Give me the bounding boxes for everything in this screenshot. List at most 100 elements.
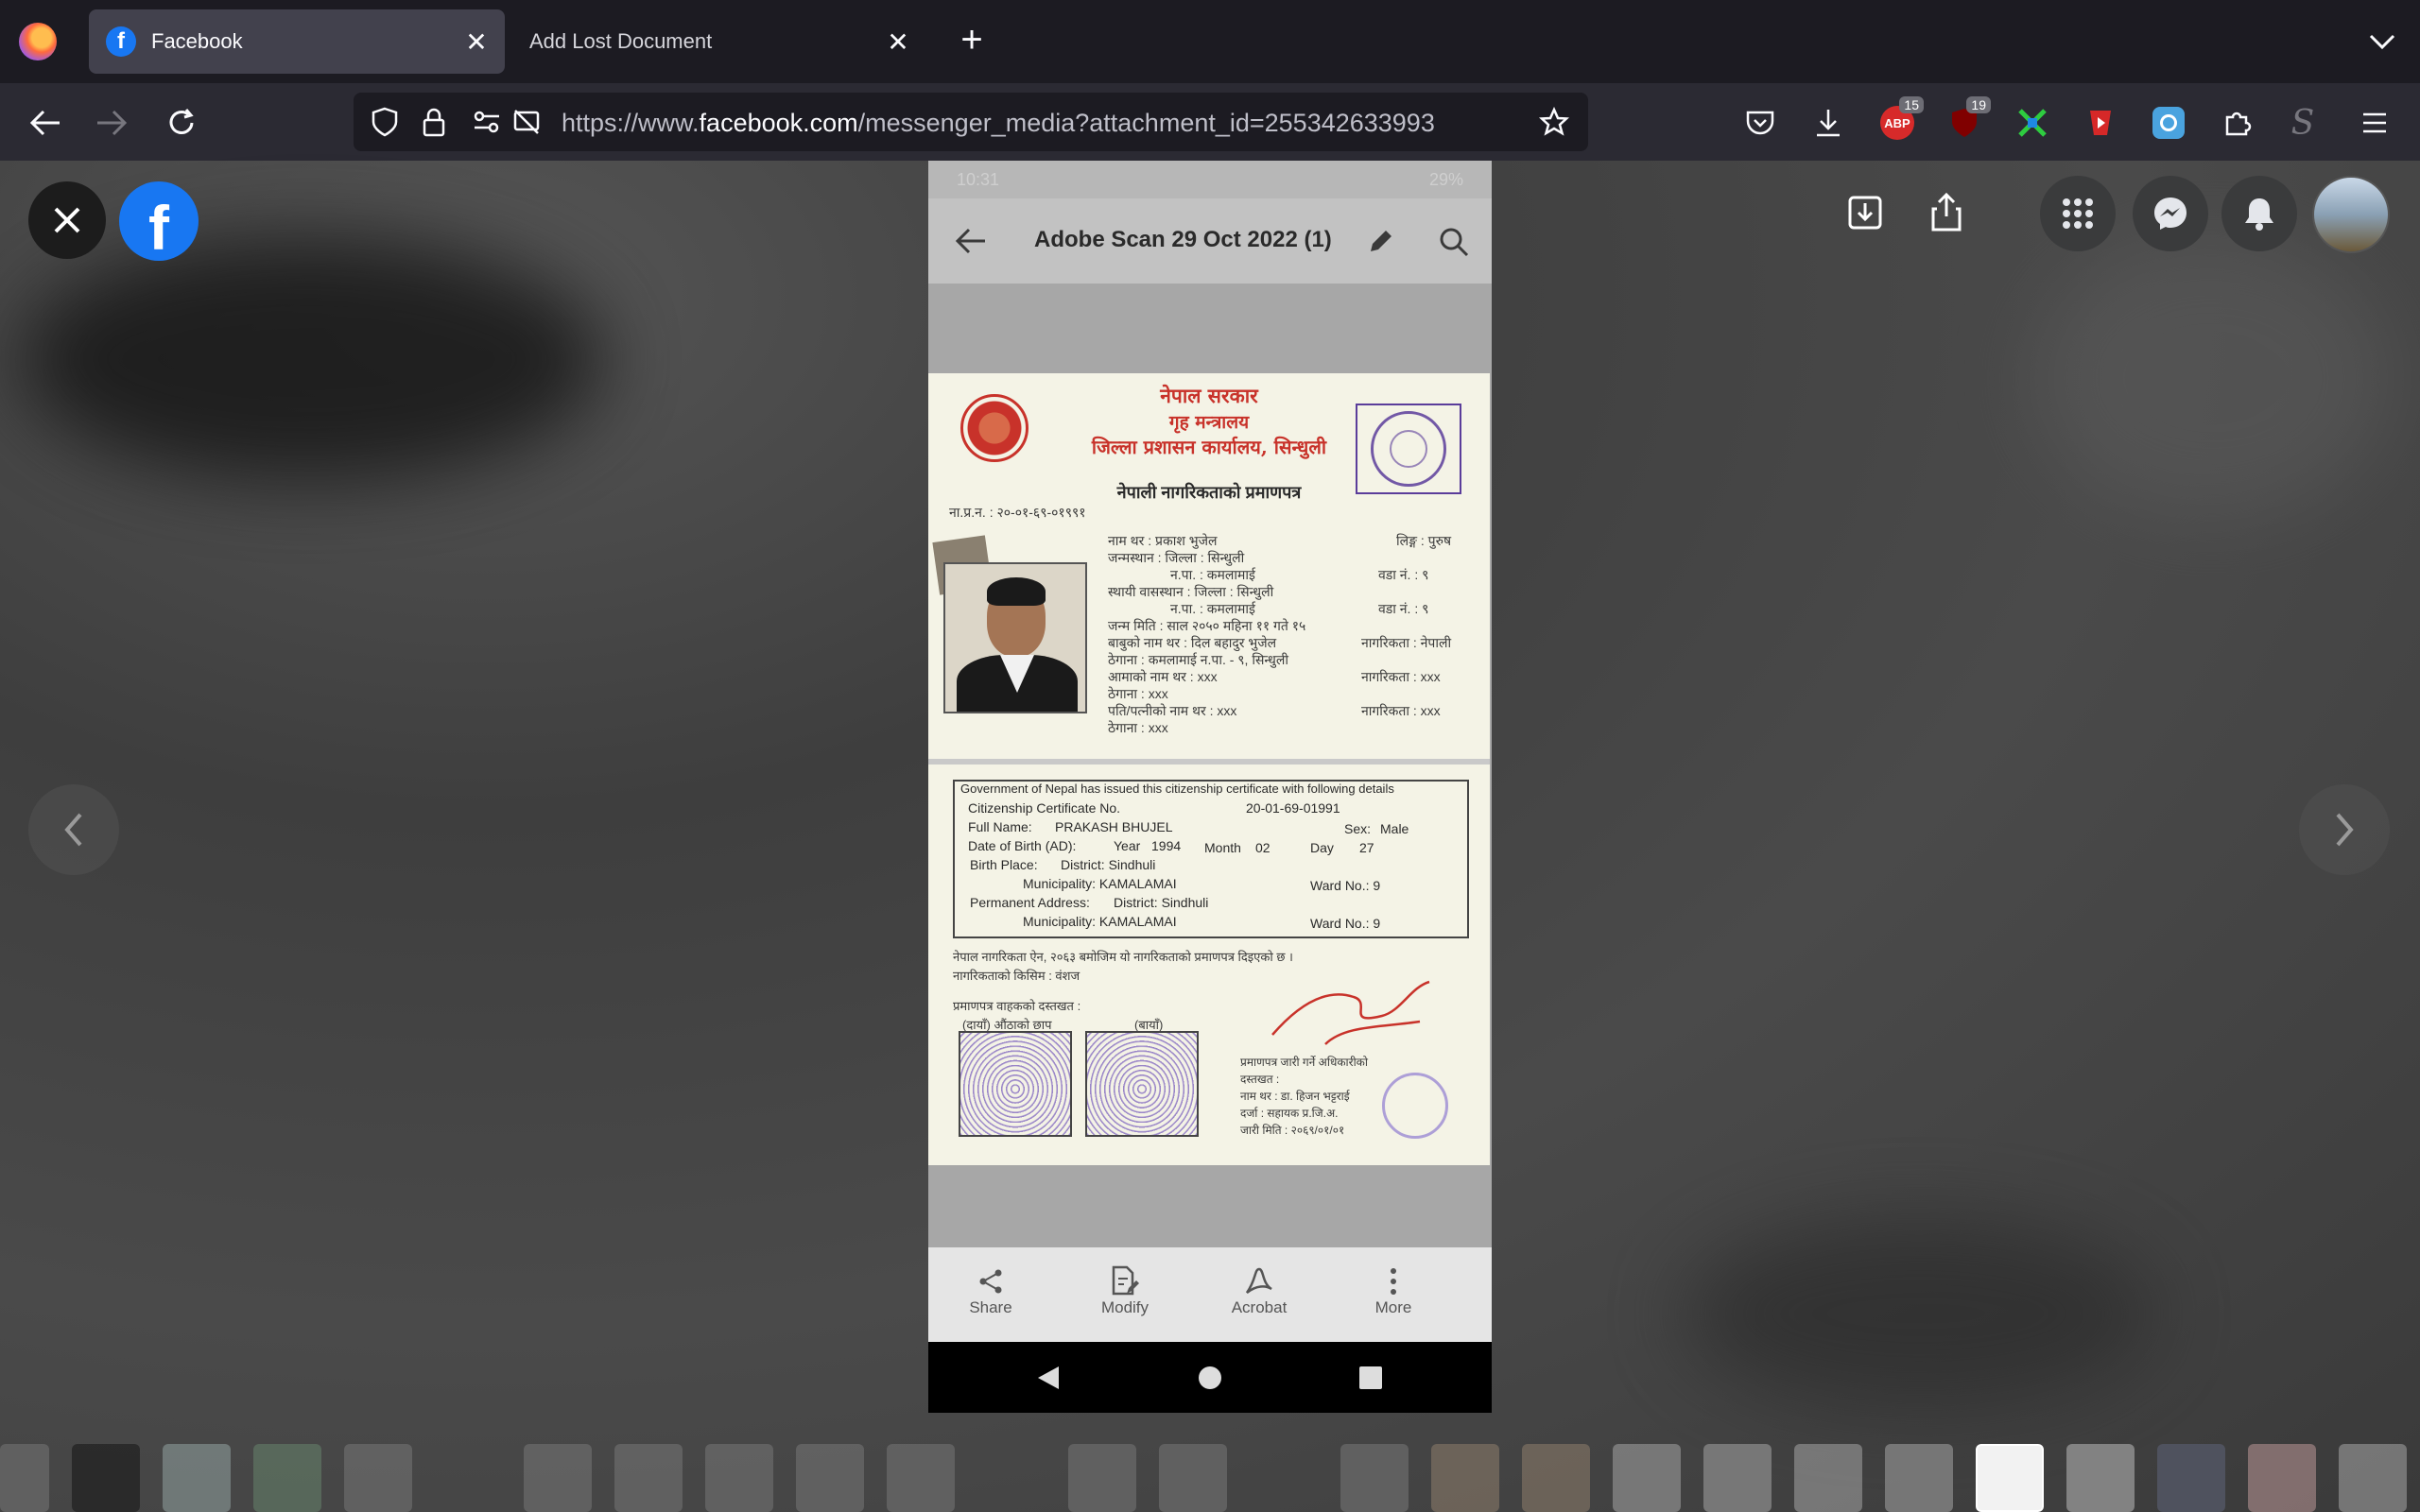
adobe-scan-header: Adobe Scan 29 Oct 2022 (1) [928, 198, 1492, 284]
blurred-background-shape [2032, 236, 2392, 520]
ward-label: Ward No.: [1310, 916, 1370, 931]
back-arrow-icon[interactable] [25, 102, 66, 144]
close-viewer-button[interactable] [28, 181, 106, 259]
tab-add-lost-document[interactable]: Add Lost Document ✕ [510, 9, 926, 74]
firefox-logo-icon[interactable] [19, 23, 57, 60]
address-bar[interactable]: https://www.facebook.com/messenger_media… [354, 93, 1588, 151]
ward-label: Ward No.: [1310, 878, 1370, 893]
previous-media-button[interactable] [28, 784, 119, 875]
thumbnail-strip [0, 1418, 2420, 1512]
thumbnail[interactable] [72, 1444, 140, 1512]
thumbnail[interactable] [253, 1444, 321, 1512]
android-recents-icon[interactable] [1359, 1366, 1382, 1389]
share-media-icon[interactable] [1923, 187, 1970, 238]
facebook-favicon-icon: f [106, 26, 136, 57]
thumbnail[interactable] [1431, 1444, 1499, 1512]
download-icon[interactable] [1807, 102, 1849, 144]
hamburger-menu-icon[interactable] [2354, 102, 2395, 144]
thumbnail[interactable] [705, 1444, 773, 1512]
status-time: 10:31 [957, 170, 1000, 189]
thumbnail[interactable] [2157, 1444, 2225, 1512]
blurred-background-shape [19, 236, 605, 482]
url-text[interactable]: https://www.facebook.com/messenger_media… [562, 109, 1554, 138]
modify-button[interactable]: Modify [1078, 1264, 1172, 1317]
close-tab-icon[interactable]: ✕ [879, 26, 917, 58]
more-icon [1346, 1264, 1441, 1298]
messenger-icon[interactable] [2133, 176, 2208, 251]
acrobat-button[interactable]: Acrobat [1212, 1264, 1306, 1317]
district-value: Sindhuli [1108, 857, 1156, 872]
thumbnail[interactable] [2248, 1444, 2316, 1512]
extensions-icon[interactable] [2216, 102, 2257, 144]
district-value: Sindhuli [1161, 895, 1209, 910]
detail-line: न.पा. : कमलामाई [1170, 567, 1255, 582]
thumbnail[interactable] [0, 1444, 49, 1512]
officer-line: जारी मिति : २०६९/०१/०१ [1240, 1124, 1345, 1137]
shield-icon[interactable] [371, 107, 399, 142]
thumbnail[interactable] [1340, 1444, 1409, 1512]
thumbnail[interactable] [614, 1444, 683, 1512]
thumbnail[interactable] [524, 1444, 592, 1512]
thumbnail[interactable] [1703, 1444, 1772, 1512]
navigation-toolbar: https://www.facebook.com/messenger_media… [0, 83, 2420, 161]
ublock-icon[interactable]: 19 [1944, 96, 1991, 144]
next-media-button[interactable] [2299, 784, 2390, 875]
menu-grid-icon[interactable] [2040, 176, 2116, 251]
back-arrow-icon[interactable] [955, 227, 987, 260]
reload-icon[interactable] [161, 102, 202, 144]
thumbnail[interactable] [344, 1444, 412, 1512]
thumbnail[interactable] [1159, 1444, 1227, 1512]
pocket-icon[interactable] [1739, 102, 1781, 144]
edit-pencil-icon[interactable] [1367, 227, 1395, 260]
officer-line: प्रमाणपत्र जारी गर्ने अधिकारीको [1240, 1056, 1368, 1069]
new-tab-icon[interactable]: + [953, 21, 991, 59]
avatar[interactable] [2312, 176, 2390, 253]
municipality-value: KAMALAMAI [1098, 876, 1177, 891]
tab-facebook[interactable]: f Facebook ✕ [89, 9, 505, 74]
forward-arrow-icon[interactable] [91, 102, 132, 144]
url-prefix: https://www. [562, 109, 700, 137]
video-downloader-icon[interactable] [2080, 102, 2121, 144]
number-value: २०-०१-६९-०१९९१ [996, 505, 1086, 520]
lock-icon[interactable] [422, 107, 446, 142]
dob-month: 02 [1255, 840, 1270, 855]
notifications-bell-icon[interactable] [2221, 176, 2297, 251]
thumbnail[interactable] [2339, 1444, 2407, 1512]
right-detail: वडा नं. : ९ [1378, 567, 1429, 582]
share-button[interactable]: Share [943, 1264, 1038, 1317]
url-path: /messenger_media?attachment_id=255342633… [857, 109, 1435, 137]
close-tab-icon[interactable]: ✕ [458, 26, 495, 58]
district-label: District: [1061, 857, 1105, 872]
android-home-icon[interactable] [1199, 1366, 1221, 1389]
facebook-logo-icon[interactable]: f [119, 181, 199, 263]
municipality-label: Municipality: [1023, 914, 1097, 929]
puzzle-extension-icon[interactable] [2012, 102, 2053, 144]
thumbnail[interactable] [1068, 1444, 1136, 1512]
more-button[interactable]: More [1346, 1264, 1441, 1317]
adblock-icon[interactable]: ABP 15 [1876, 96, 1924, 144]
document-title: Adobe Scan 29 Oct 2022 (1) [1034, 227, 1332, 252]
thumbnail[interactable] [1522, 1444, 1590, 1512]
dob-year-label: Year [1114, 838, 1141, 853]
thumbnail[interactable] [887, 1444, 955, 1512]
chevron-down-icon[interactable] [2363, 25, 2401, 59]
thumbnail[interactable] [2066, 1444, 2135, 1512]
bookmark-star-icon[interactable] [1538, 106, 1570, 142]
more-label: More [1374, 1298, 1412, 1316]
thumbnail[interactable] [796, 1444, 864, 1512]
screenshot-extension-icon[interactable] [2148, 102, 2189, 144]
thumbnail-selected[interactable] [1976, 1444, 2044, 1512]
sidebar-extension-icon[interactable]: S [2282, 102, 2324, 144]
search-icon[interactable] [1439, 227, 1469, 262]
android-back-icon[interactable] [1036, 1365, 1061, 1396]
thumbnail[interactable] [1885, 1444, 1953, 1512]
thumbnail[interactable] [1794, 1444, 1862, 1512]
thumbnail[interactable] [163, 1444, 231, 1512]
media-viewer: f 10:31 29% Adobe Scan 29 Oct 2022 (1) न… [0, 161, 2420, 1512]
tracking-protection-icon[interactable] [512, 108, 541, 141]
permissions-icon[interactable] [473, 110, 501, 139]
right-detail: नागरिकता : xxx [1361, 703, 1441, 718]
thumbnail[interactable] [1613, 1444, 1681, 1512]
download-media-icon[interactable] [1841, 189, 1889, 236]
modify-label: Modify [1100, 1298, 1150, 1316]
